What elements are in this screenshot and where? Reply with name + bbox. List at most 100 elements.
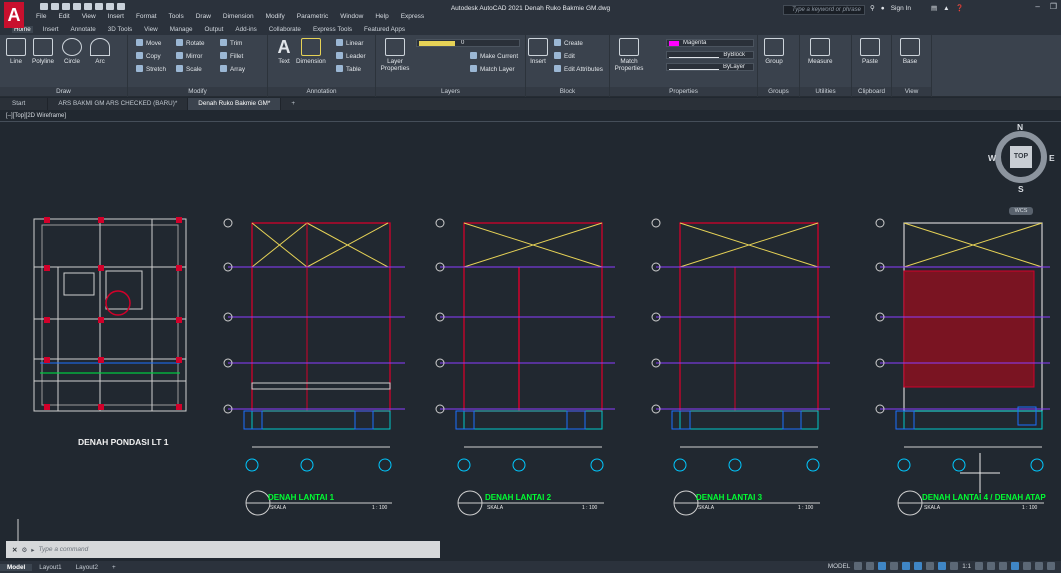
paste-button[interactable]: Paste — [860, 38, 880, 65]
floor-plan-1[interactable] — [223, 218, 405, 516]
fillet-button[interactable]: Fillet — [220, 52, 243, 60]
linetype-dropdown[interactable]: ByBlock — [666, 51, 754, 59]
tab-model[interactable]: Model — [0, 563, 33, 571]
compass-east[interactable]: E — [1049, 153, 1055, 163]
leader-button[interactable]: Leader — [336, 52, 366, 60]
close-icon[interactable]: ✕ — [12, 546, 17, 554]
create-block-button[interactable]: Create — [554, 39, 583, 47]
draw-panel-label[interactable]: Draw — [0, 87, 127, 96]
menu-dimension[interactable]: Dimension — [223, 13, 254, 20]
table-button[interactable]: Table — [336, 65, 361, 73]
tab-manage[interactable]: Manage — [168, 26, 195, 33]
edit-block-button[interactable]: Edit — [554, 52, 575, 60]
floor-plan-2[interactable] — [435, 218, 615, 516]
tab-output[interactable]: Output — [202, 26, 225, 33]
workspace-gear-icon[interactable] — [975, 562, 983, 570]
recent-commands-icon[interactable]: ▸ — [31, 546, 34, 554]
array-button[interactable]: Array — [220, 65, 245, 73]
grid-icon[interactable] — [854, 562, 863, 570]
help-icon[interactable]: ❓ — [956, 4, 964, 12]
menu-file[interactable]: File — [36, 13, 46, 20]
add-layout-icon[interactable]: + — [105, 564, 123, 571]
menu-help[interactable]: Help — [375, 13, 388, 20]
menu-parametric[interactable]: Parametric — [297, 13, 328, 20]
polar-icon[interactable] — [890, 562, 899, 570]
tab-layout1[interactable]: Layout1 — [32, 564, 68, 571]
wcs-menu[interactable]: WCS — [1009, 207, 1033, 215]
plus-icon[interactable] — [987, 562, 995, 570]
block-panel-label[interactable]: Block — [526, 87, 609, 96]
text-button[interactable]: A Text — [274, 38, 294, 65]
floor-plan-3[interactable] — [651, 218, 830, 516]
rotate-button[interactable]: Rotate — [176, 39, 205, 47]
menu-edit[interactable]: Edit — [58, 13, 69, 20]
tab-express-tools[interactable]: Express Tools — [311, 26, 354, 33]
sign-in-link[interactable]: Sign In — [891, 5, 911, 12]
compass-west[interactable]: W — [988, 153, 996, 163]
user-icon[interactable]: ● — [881, 5, 885, 12]
foundation-plan[interactable] — [33, 217, 187, 412]
search-input[interactable]: Type a keyword or phrase — [783, 5, 865, 15]
base-button[interactable]: Base — [900, 38, 920, 65]
units-icon[interactable] — [999, 562, 1007, 570]
isolate-icon[interactable] — [1011, 562, 1019, 570]
line-button[interactable]: Line — [6, 38, 26, 65]
polyline-button[interactable]: Polyline — [32, 38, 54, 65]
search-icon[interactable]: ⚲ — [870, 4, 875, 12]
tab-collaborate[interactable]: Collaborate — [267, 26, 303, 33]
tab-add-ins[interactable]: Add-ins — [233, 26, 258, 33]
tab-annotate[interactable]: Annotate — [69, 26, 98, 33]
snap-icon[interactable] — [866, 562, 875, 570]
viewcube-top[interactable]: TOP — [1010, 146, 1032, 168]
autoscale-icon[interactable] — [950, 562, 959, 570]
menu-insert[interactable]: Insert — [108, 13, 124, 20]
tab-3d-tools[interactable]: 3D Tools — [106, 26, 134, 33]
osnap-icon[interactable] — [902, 562, 911, 570]
menu-format[interactable]: Format — [136, 13, 157, 20]
circle-button[interactable]: Circle — [62, 38, 82, 65]
mirror-button[interactable]: Mirror — [176, 52, 202, 60]
command-line[interactable]: ✕ ⚙ ▸ Type a command — [6, 541, 440, 558]
tab-start[interactable]: Start — [0, 98, 49, 110]
menu-tools[interactable]: Tools — [169, 13, 184, 20]
clean-screen-icon[interactable] — [1035, 562, 1043, 570]
color-dropdown[interactable]: Magenta — [666, 39, 754, 47]
annotation-panel-label[interactable]: Annotation — [268, 87, 375, 96]
model-space-toggle[interactable]: MODEL — [828, 563, 850, 570]
tab-layout2[interactable]: Layout2 — [69, 564, 105, 571]
minimize-icon[interactable]: – — [1035, 2, 1039, 11]
scale-button[interactable]: Scale — [176, 65, 202, 73]
lineweight-icon[interactable] — [926, 562, 935, 570]
copy-button[interactable]: Copy — [136, 52, 161, 60]
properties-panel-label[interactable]: Properties — [610, 87, 757, 96]
match-layer-button[interactable]: Match Layer — [470, 65, 515, 73]
tab-insert[interactable]: Insert — [41, 26, 61, 33]
measure-button[interactable]: Measure — [808, 38, 833, 65]
menu-view[interactable]: View — [82, 13, 96, 20]
restore-icon[interactable]: ❐ — [1050, 2, 1057, 11]
otrack-icon[interactable] — [914, 562, 923, 570]
move-button[interactable]: Move — [136, 39, 161, 47]
modify-panel-label[interactable]: Modify — [128, 87, 267, 96]
hardware-acceleration-icon[interactable] — [1023, 562, 1031, 570]
utilities-panel-label[interactable]: Utilities — [800, 87, 851, 96]
annotation-scale[interactable]: 1:1 — [962, 563, 971, 570]
menu-express[interactable]: Express — [401, 13, 424, 20]
compass-north[interactable]: N — [1017, 122, 1023, 132]
trim-button[interactable]: Trim — [220, 39, 242, 47]
menu-draw[interactable]: Draw — [196, 13, 211, 20]
menu-window[interactable]: Window — [340, 13, 363, 20]
dimension-button[interactable]: Dimension — [296, 38, 326, 65]
new-tab-icon[interactable]: + — [281, 98, 305, 110]
a360-icon[interactable]: ▲ — [943, 5, 949, 12]
lineweight-dropdown[interactable]: ByLayer — [666, 63, 754, 71]
view-panel-label[interactable]: View — [892, 87, 931, 96]
drawing-viewport[interactable]: [–][Top][2D Wireframe] DENAH PONDASI LT … — [0, 111, 1061, 561]
tab-denah-ruko[interactable]: Denah Ruko Bakmie GM* — [188, 98, 282, 110]
linear-button[interactable]: Linear — [336, 39, 364, 47]
arc-button[interactable]: Arc — [90, 38, 110, 65]
match-properties-button[interactable]: Match Properties — [614, 38, 644, 72]
compass-south[interactable]: S — [1018, 184, 1024, 194]
stretch-button[interactable]: Stretch — [136, 65, 166, 73]
menu-modify[interactable]: Modify — [266, 13, 285, 20]
